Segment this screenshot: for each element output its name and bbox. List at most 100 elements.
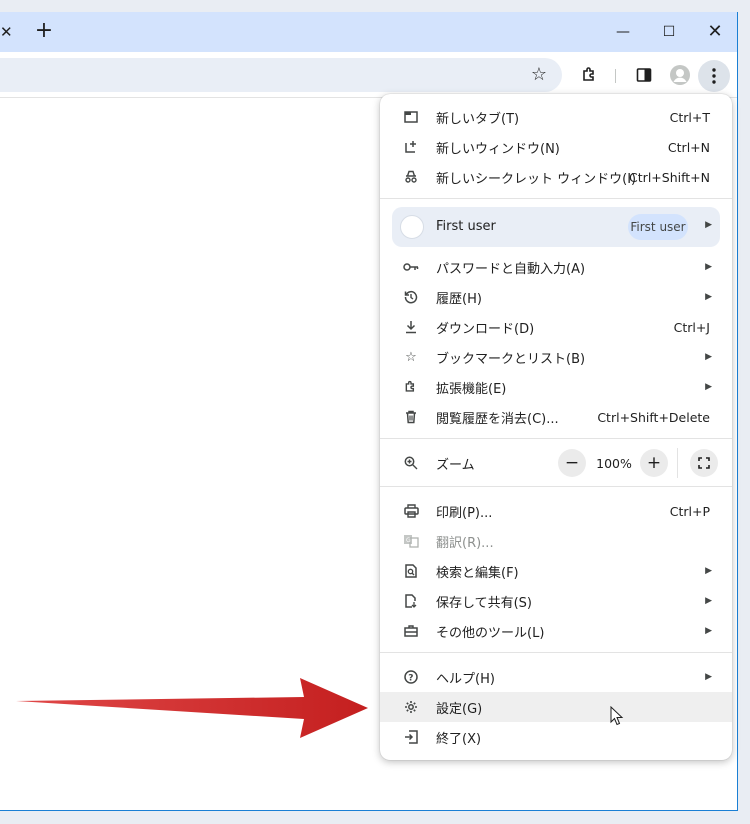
menu-item-label: 印刷(P)...	[436, 505, 493, 521]
zoom-divider	[677, 448, 678, 478]
menu-item-label: ヘルプ(H)	[436, 671, 495, 687]
save-share-icon	[402, 592, 420, 610]
menu-item-label: 新しいタブ(T)	[436, 111, 520, 127]
menu-item-label: その他のツール(L)	[436, 625, 545, 641]
fullscreen-button[interactable]	[690, 449, 718, 477]
menu-divider	[380, 652, 732, 653]
profile-avatar-icon	[400, 215, 424, 239]
profile-row[interactable]: First user First user ▶	[392, 207, 720, 247]
menu-item-label: ダウンロード(D)	[436, 321, 535, 337]
menu-item-label: 閲覧履歴を消去(C)...	[436, 411, 559, 427]
menu-item-label: 新しいシークレット ウィンドウ(I)	[436, 171, 637, 187]
key-icon	[402, 258, 420, 276]
menu-item-shortcut: Ctrl+Shift+N	[629, 169, 710, 185]
chevron-right-icon: ▶	[705, 596, 712, 606]
menu-item-label: 翻訳(R)...	[436, 535, 494, 551]
chrome-main-menu: 新しいタブ(T) Ctrl+T 新しいウィンドウ(N) Ctrl+N 新しいシー…	[380, 94, 732, 760]
menu-item-new-window[interactable]: 新しいウィンドウ(N) Ctrl+N	[380, 132, 732, 162]
tab-close-icon[interactable]: ✕	[0, 20, 18, 44]
menu-item-downloads[interactable]: ダウンロード(D) Ctrl+J	[380, 312, 732, 342]
download-icon	[402, 318, 420, 336]
chevron-right-icon: ▶	[705, 352, 712, 362]
menu-item-clear-browsing-data[interactable]: 閲覧履歴を消去(C)... Ctrl+Shift+Delete	[380, 402, 732, 432]
menu-item-new-incognito-window[interactable]: 新しいシークレット ウィンドウ(I) Ctrl+Shift+N	[380, 162, 732, 192]
new-window-icon	[402, 138, 420, 156]
menu-item-label: 新しいウィンドウ(N)	[436, 141, 560, 157]
maximize-button[interactable]: ☐	[656, 20, 682, 44]
print-icon	[402, 502, 420, 520]
svg-text:G: G	[406, 537, 411, 544]
toolbar: ☆	[0, 52, 737, 98]
menu-item-label: 履歴(H)	[436, 291, 482, 307]
zoom-out-button[interactable]: −	[558, 449, 586, 477]
menu-divider	[380, 486, 732, 487]
chevron-right-icon: ▶	[705, 626, 712, 636]
menu-item-label: 設定(G)	[436, 701, 483, 717]
menu-item-label: 保存して共有(S)	[436, 595, 533, 611]
trash-icon	[402, 408, 420, 426]
menu-item-exit[interactable]: 終了(X)	[380, 722, 732, 752]
menu-item-save-and-share[interactable]: 保存して共有(S) ▶	[380, 586, 732, 616]
bookmark-star-icon[interactable]: ☆	[527, 63, 551, 87]
menu-item-print[interactable]: 印刷(P)... Ctrl+P	[380, 496, 732, 526]
menu-item-new-tab[interactable]: 新しいタブ(T) Ctrl+T	[380, 102, 732, 132]
menu-item-shortcut: Ctrl+T	[669, 109, 710, 125]
zoom-label: ズーム	[436, 457, 475, 473]
history-icon	[402, 288, 420, 306]
gear-icon	[402, 698, 420, 716]
menu-item-label: ブックマークとリスト(B)	[436, 351, 586, 367]
chevron-right-icon: ▶	[705, 672, 712, 682]
menu-item-label: 検索と編集(F)	[436, 565, 519, 581]
menu-kebab-icon[interactable]	[698, 60, 730, 92]
exit-icon	[402, 728, 420, 746]
side-panel-icon[interactable]	[632, 63, 656, 87]
close-window-button[interactable]: ✕	[702, 20, 728, 44]
menu-item-label: 拡張機能(E)	[436, 381, 507, 397]
new-tab-icon	[402, 108, 420, 126]
menu-item-bookmarks[interactable]: ☆ ブックマークとリスト(B) ▶	[380, 342, 732, 372]
new-tab-button[interactable]: +	[32, 20, 56, 44]
zoom-in-button[interactable]: +	[640, 449, 668, 477]
mouse-cursor-icon	[610, 706, 624, 726]
zoom-icon	[402, 454, 420, 472]
menu-item-more-tools[interactable]: その他のツール(L) ▶	[380, 616, 732, 646]
profile-name: First user	[436, 219, 496, 234]
menu-item-extensions[interactable]: 拡張機能(E) ▶	[380, 372, 732, 402]
menu-item-translate[interactable]: G 翻訳(R)...	[380, 526, 732, 556]
incognito-icon	[402, 168, 420, 186]
menu-item-shortcut: Ctrl+N	[667, 139, 710, 155]
menu-divider	[380, 438, 732, 439]
chevron-right-icon: ▶	[705, 566, 712, 576]
menu-item-zoom: ズーム	[380, 448, 732, 478]
menu-item-shortcut: Ctrl+Shift+Delete	[597, 409, 710, 425]
menu-item-label: 終了(X)	[436, 731, 482, 747]
chevron-right-icon: ▶	[705, 220, 712, 230]
star-icon: ☆	[405, 349, 417, 365]
tab-strip: ✕ + — ☐ ✕	[0, 12, 737, 52]
chevron-right-icon: ▶	[705, 292, 712, 302]
menu-item-history[interactable]: 履歴(H) ▶	[380, 282, 732, 312]
extensions-icon[interactable]	[578, 63, 602, 87]
find-icon	[402, 562, 420, 580]
profile-avatar-icon[interactable]	[668, 63, 692, 87]
profile-badge: First user	[628, 214, 688, 240]
menu-item-passwords[interactable]: パスワードと自動入力(A) ▶	[380, 252, 732, 282]
chevron-right-icon: ▶	[705, 262, 712, 272]
toolbar-divider	[615, 69, 616, 83]
minimize-button[interactable]: —	[610, 20, 636, 44]
zoom-value: 100%	[596, 456, 632, 471]
menu-divider	[380, 198, 732, 199]
menu-item-shortcut: Ctrl+P	[669, 503, 710, 519]
menu-item-help[interactable]: ? ヘルプ(H) ▶	[380, 662, 732, 692]
translate-icon: G	[402, 532, 420, 550]
toolbox-icon	[402, 622, 420, 640]
help-icon: ?	[402, 668, 420, 686]
svg-text:?: ?	[408, 674, 413, 684]
annotation-arrow	[16, 678, 368, 738]
menu-item-settings[interactable]: 設定(G)	[380, 692, 732, 722]
menu-item-shortcut: Ctrl+J	[673, 319, 710, 335]
menu-item-find-and-edit[interactable]: 検索と編集(F) ▶	[380, 556, 732, 586]
menu-item-label: パスワードと自動入力(A)	[436, 261, 586, 277]
address-bar[interactable]	[0, 58, 562, 92]
extension-icon	[402, 378, 420, 396]
